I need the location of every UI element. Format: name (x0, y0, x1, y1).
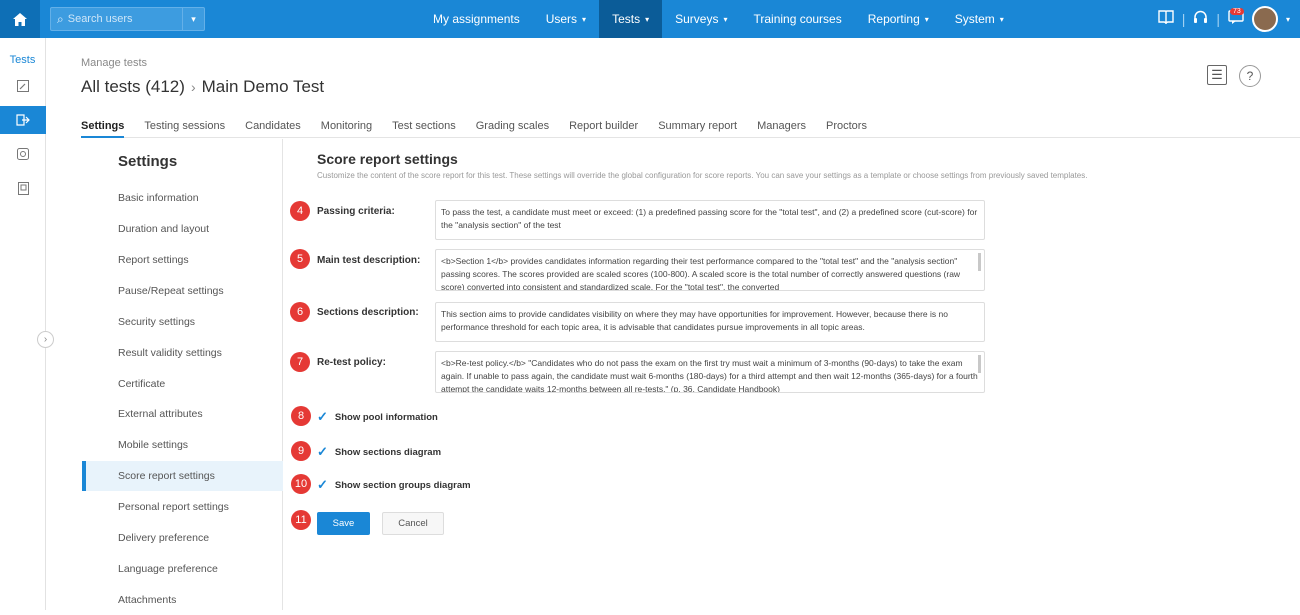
search-input[interactable]: ⌕ Search users ▾ (50, 7, 205, 31)
tab-report-builder[interactable]: Report builder (569, 114, 638, 137)
section-subtitle: Customize the content of the score repor… (317, 171, 1088, 180)
show-section-groups-diagram-checkbox[interactable]: ✓ Show section groups diagram (317, 477, 471, 493)
step-badge: 6 (290, 302, 310, 322)
tab-monitoring[interactable]: Monitoring (321, 114, 372, 137)
notifications-icon[interactable]: 73 (1228, 8, 1244, 28)
sidebar-item-delivery-preference[interactable]: Delivery preference (82, 523, 283, 553)
chevron-down-icon: ▾ (723, 14, 728, 24)
main-test-description-field[interactable]: <b>Section 1</b> provides candidates inf… (435, 249, 985, 291)
sidebar-item-security-settings[interactable]: Security settings (82, 307, 283, 337)
breadcrumb: All tests (412) › Main Demo Test (81, 77, 324, 97)
sidebar-item-attachments[interactable]: Attachments (82, 585, 283, 615)
check-icon: ✓ (317, 409, 328, 424)
headset-icon[interactable] (1193, 10, 1208, 28)
edit-icon[interactable] (0, 72, 46, 100)
tab-summary-report[interactable]: Summary report (658, 114, 737, 137)
tab-grading-scales[interactable]: Grading scales (476, 114, 549, 137)
divider: | (1216, 11, 1220, 27)
field-label: Sections description: (317, 307, 419, 318)
document-icon[interactable] (0, 174, 46, 202)
scrollbar[interactable] (978, 355, 981, 373)
nav-training-courses[interactable]: Training courses (740, 0, 854, 38)
cancel-button[interactable]: Cancel (382, 512, 444, 535)
chevron-down-icon: ▾ (582, 14, 587, 24)
tab-settings[interactable]: Settings (81, 114, 125, 138)
save-button[interactable]: Save (317, 512, 370, 535)
chevron-down-icon: ▾ (999, 14, 1004, 24)
tab-proctors[interactable]: Proctors (826, 114, 867, 137)
breadcrumb-all-tests[interactable]: All tests (412) (81, 77, 185, 97)
field-label: Passing criteria: (317, 206, 395, 217)
left-rail: Tests (0, 38, 46, 610)
sidebar-item-pause-repeat-settings[interactable]: Pause/Repeat settings (82, 276, 283, 306)
tab-test-sections[interactable]: Test sections (392, 114, 456, 137)
field-label: Re-test policy: (317, 357, 386, 368)
step-badge: 8 (291, 406, 311, 426)
nav-tests[interactable]: Tests ▾ (599, 0, 663, 38)
sidebar-item-certificate[interactable]: Certificate (82, 369, 283, 399)
chevron-down-icon: ▾ (924, 14, 929, 24)
section-title: Score report settings (317, 151, 458, 167)
step-badge: 11 (291, 510, 311, 530)
step-badge: 7 (290, 352, 310, 372)
step-badge: 10 (291, 474, 311, 494)
nav-my-assignments[interactable]: My assignments (420, 0, 533, 38)
show-pool-information-checkbox[interactable]: ✓ Show pool information (317, 409, 438, 425)
search-icon: ⌕ (57, 11, 64, 26)
step-badge: 5 (290, 249, 310, 269)
sidebar-item-language-preference[interactable]: Language preference (82, 554, 283, 584)
tab-managers[interactable]: Managers (757, 114, 806, 137)
chevron-right-icon: › (190, 79, 196, 95)
avatar[interactable] (1251, 6, 1278, 32)
sidebar-item-result-validity-settings[interactable]: Result validity settings (82, 338, 283, 368)
sidebar-item-duration-and-layout[interactable]: Duration and layout (82, 214, 283, 244)
step-badge: 4 (290, 201, 310, 221)
notification-badge: 73 (1229, 8, 1244, 15)
show-sections-diagram-checkbox[interactable]: ✓ Show sections diagram (317, 444, 441, 460)
tab-candidates[interactable]: Candidates (245, 114, 301, 137)
help-button[interactable]: ? (1239, 65, 1261, 87)
sidebar-item-mobile-settings[interactable]: Mobile settings (82, 430, 283, 460)
proctor-icon[interactable] (0, 140, 46, 168)
rail-label: Tests (9, 54, 36, 66)
sidebar-item-score-report-settings[interactable]: Score report settings (82, 461, 283, 491)
expand-sidebar-button[interactable]: › (37, 331, 54, 348)
chevron-down-icon: ▾ (645, 14, 650, 24)
tab-testing-sessions[interactable]: Testing sessions (144, 114, 225, 137)
nav-surveys[interactable]: Surveys ▾ (662, 0, 740, 38)
sidebar-item-personal-report-settings[interactable]: Personal report settings (82, 492, 283, 522)
topbar-right-tools: | | 73 ▾ (1158, 0, 1290, 38)
page-title: Main Demo Test (201, 77, 325, 96)
sidebar-item-report-settings[interactable]: Report settings (82, 245, 283, 275)
test-tabs: Settings Testing sessions Candidates Mon… (81, 114, 1300, 138)
sections-description-field[interactable]: This section aims to provide candidates … (435, 302, 985, 342)
chevron-down-icon[interactable]: ▾ (1286, 15, 1290, 24)
re-test-policy-field[interactable]: <b>Re-test policy.</b> "Candidates who d… (435, 351, 985, 393)
main-header: Score report settings Customize the cont… (317, 151, 1087, 180)
nav-users[interactable]: Users ▾ (533, 0, 599, 38)
field-label: Main test description: (317, 255, 421, 266)
book-icon[interactable] (1158, 10, 1174, 28)
search-dropdown-button[interactable]: ▾ (182, 8, 204, 30)
passing-criteria-field[interactable]: To pass the test, a candidate must meet … (435, 200, 985, 240)
sidebar-item-external-attributes[interactable]: External attributes (82, 399, 283, 429)
main-nav: My assignments Users ▾ Tests ▾ Surveys ▾ Tr… (420, 0, 1017, 38)
settings-title: Settings (118, 153, 178, 170)
top-bar: ⌕ Search users ▾ My assignments Users ▾ T… (0, 0, 1300, 38)
search-placeholder: Search users (67, 13, 133, 25)
home-icon[interactable] (0, 0, 40, 38)
nav-reporting[interactable]: Reporting ▾ (855, 0, 942, 38)
nav-system[interactable]: System ▾ (942, 0, 1017, 38)
check-icon: ✓ (317, 477, 328, 492)
sidebar-item-basic-information[interactable]: Basic information (82, 183, 283, 213)
manage-tests-icon[interactable] (0, 106, 46, 134)
breadcrumb-section: Manage tests (81, 57, 148, 69)
scrollbar[interactable] (978, 253, 981, 271)
divider: | (1181, 11, 1186, 27)
check-icon: ✓ (317, 444, 328, 459)
step-badge: 9 (291, 441, 311, 461)
menu-icon[interactable]: ☰ (1207, 65, 1227, 85)
settings-sidebar: Settings Basic information Duration and … (82, 139, 283, 610)
